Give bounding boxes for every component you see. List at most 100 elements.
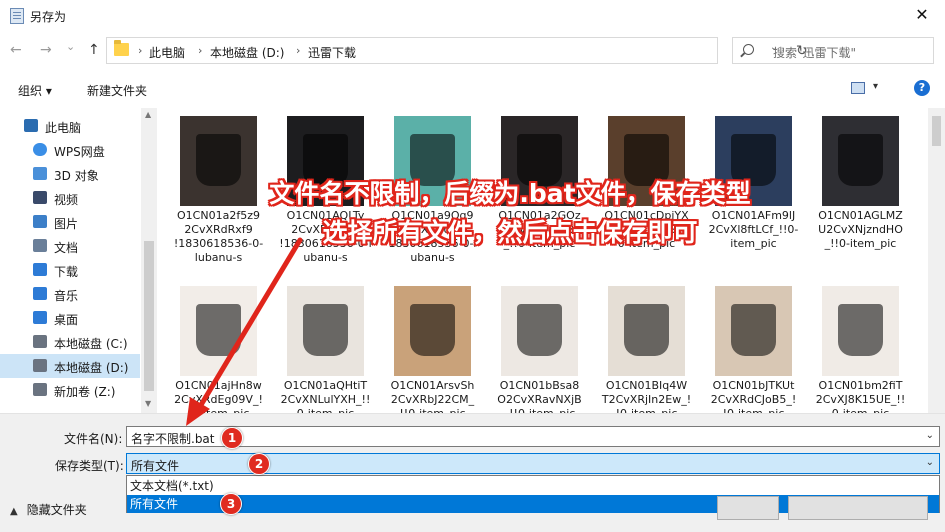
organize-button[interactable]: 组织 ▾ xyxy=(18,82,52,99)
sidebar-item[interactable]: 本地磁盘 (D:) xyxy=(0,354,140,378)
search-input[interactable]: 搜索"迅雷下载" xyxy=(732,37,934,64)
chevron-down-icon[interactable]: ⌄ xyxy=(926,430,934,441)
file-grid-scrollbar[interactable] xyxy=(928,108,945,413)
close-button[interactable]: ✕ xyxy=(899,0,945,32)
file-name: O1CN01bJTKUt 2CvXRdCJoB5_! !0-item_pic xyxy=(710,379,797,413)
drive-icon xyxy=(33,335,47,348)
sidebar-item[interactable]: WPS网盘 xyxy=(0,138,140,162)
up-button[interactable]: ↑ xyxy=(88,42,100,58)
chevron-up-icon: ▲ xyxy=(10,506,18,517)
sidebar-item-label: 音乐 xyxy=(54,289,79,303)
sidebar-item[interactable]: 3D 对象 xyxy=(0,162,140,186)
sidebar-item-label: 3D 对象 xyxy=(54,169,99,183)
step-badge-3: 3 xyxy=(220,493,242,515)
filename-value: 名字不限制.bat xyxy=(131,432,215,446)
file-grid: O1CN01a2f5z9 2CvXRdRxf9 !1830618536-0- l… xyxy=(165,108,926,413)
file-name: O1CN01ajHn8w 2CvXRdEg09V_! !0-item_pic xyxy=(174,379,263,413)
chevron-down-icon[interactable]: ⌄ xyxy=(926,457,934,468)
sidebar-item[interactable]: 此电脑 xyxy=(0,114,140,138)
window-title: 另存为 xyxy=(30,10,67,24)
thumbnail-image xyxy=(501,286,578,376)
sidebar-item-label: 新加卷 (Z:) xyxy=(54,385,116,399)
instruction-line-1: 文件名不限制，后缀为.bat文件，保存类型 xyxy=(269,179,751,208)
sidebar-item[interactable]: 桌面 xyxy=(0,306,140,330)
address-bar[interactable]: › 此电脑 › 本地磁盘 (D:) › 迅雷下载 ⌄ ↻ xyxy=(106,37,808,64)
scroll-up-icon[interactable]: ▲ xyxy=(145,110,151,119)
step-badge-2: 2 xyxy=(248,453,270,475)
toolbar: 组织 ▾ 新建文件夹 xyxy=(0,75,945,103)
search-placeholder: 搜索"迅雷下载" xyxy=(773,46,857,60)
sidebar-item[interactable]: 视频 xyxy=(0,186,140,210)
file-tile[interactable]: O1CN01ajHn8w 2CvXRdEg09V_! !0-item_pic xyxy=(165,278,272,413)
help-button[interactable]: ? xyxy=(914,80,930,96)
instruction-line-2: 选择所有文件，然后点击保存即可 xyxy=(322,218,698,247)
forward-button[interactable]: → xyxy=(40,42,52,58)
file-tile[interactable]: O1CN01BIq4W T2CvXRjIn2Ew_! !0-item_pic xyxy=(593,278,700,413)
filetype-option-txt[interactable]: 文本文档(*.txt) xyxy=(127,477,939,495)
file-name: O1CN01aQHtiT 2CvXNLulYXH_!! 0-item_pic xyxy=(280,379,371,413)
file-name: O1CN01BIq4W T2CvXRjIn2Ew_! !0-item_pic xyxy=(601,379,692,413)
sidebar-item-label: 此电脑 xyxy=(45,121,82,135)
breadcrumb-separator: › xyxy=(138,44,143,57)
sidebar-item[interactable]: 音乐 xyxy=(0,282,140,306)
filetype-label: 保存类型(T): xyxy=(55,459,124,473)
scrollbar-thumb[interactable] xyxy=(932,116,941,146)
sidebar-item[interactable]: 图片 xyxy=(0,210,140,234)
thumbnail-image xyxy=(180,286,257,376)
filename-label: 文件名(N): xyxy=(64,432,123,446)
view-options-icon[interactable] xyxy=(851,82,865,94)
music-icon xyxy=(33,287,47,300)
new-folder-button[interactable]: 新建文件夹 xyxy=(87,82,147,99)
file-tile[interactable]: O1CN01bJTKUt 2CvXRdCJoB5_! !0-item_pic xyxy=(700,278,807,413)
sidebar-item[interactable]: 下载 xyxy=(0,258,140,282)
view-dropdown-icon[interactable]: ▾ xyxy=(873,81,878,92)
search-icon xyxy=(743,44,754,55)
filetype-value: 所有文件 xyxy=(131,459,180,473)
back-button[interactable]: ← xyxy=(10,42,22,58)
sidebar-item[interactable]: 新加卷 (Z:) xyxy=(0,378,140,402)
sidebar-item-label: 文档 xyxy=(54,241,79,255)
sidebar-item-label: 下载 xyxy=(54,265,79,279)
sidebar-item[interactable]: 文档 xyxy=(0,234,140,258)
sidebar-item-label: 本地磁盘 (C:) xyxy=(54,337,128,351)
file-tile[interactable]: O1CN01bm2fiT 2CvXJ8K15UE_!! 0-item_pic xyxy=(807,278,914,413)
breadcrumb-separator: › xyxy=(198,44,203,57)
thumbnail-image xyxy=(608,286,685,376)
scrollbar-thumb[interactable] xyxy=(144,241,154,391)
file-tile[interactable]: O1CN01bBsa8 O2CvXRavNXjB _!!0-item_pic xyxy=(486,278,593,413)
desktop-icon xyxy=(33,311,47,324)
folder-icon xyxy=(114,40,129,56)
cloud-icon xyxy=(33,143,47,156)
thumbnail-image xyxy=(287,286,364,376)
sidebar-item-label: 图片 xyxy=(54,217,79,231)
thumbnail-image xyxy=(715,286,792,376)
breadcrumb-drive-d[interactable]: 本地磁盘 (D:) xyxy=(210,44,284,61)
sidebar-item-label: WPS网盘 xyxy=(54,145,105,159)
breadcrumb-this-pc[interactable]: 此电脑 xyxy=(149,44,185,61)
recent-locations-button[interactable]: ⌄ xyxy=(66,40,75,53)
thumbnail-image xyxy=(394,286,471,376)
scroll-down-icon[interactable]: ▼ xyxy=(145,399,151,408)
document-icon xyxy=(33,239,47,252)
title-bar: 另存为 ✕ xyxy=(0,0,945,32)
breadcrumb-separator: › xyxy=(296,44,301,57)
cancel-button[interactable] xyxy=(788,496,928,520)
sidebar-item-label: 桌面 xyxy=(54,313,79,327)
cube-icon xyxy=(33,167,47,180)
file-tile[interactable]: O1CN01aQHtiT 2CvXNLulYXH_!! 0-item_pic xyxy=(272,278,379,413)
sidebar-item-label: 本地磁盘 (D:) xyxy=(54,361,129,375)
hide-folders-toggle[interactable]: ▲ 隐藏文件夹 xyxy=(10,501,87,518)
drive-icon xyxy=(33,383,47,396)
save-button[interactable] xyxy=(717,496,779,520)
navigation-pane-scrollbar[interactable]: ▲ ▼ xyxy=(141,108,157,413)
sidebar-item[interactable]: 本地磁盘 (C:) xyxy=(0,330,140,354)
navigation-pane: 此电脑 WPS网盘 3D 对象视频图片文档下载音乐桌面本地磁盘 (C:) 本地磁盘 (… xyxy=(0,108,158,413)
file-name: O1CN01bm2fiT 2CvXJ8K15UE_!! 0-item_pic xyxy=(815,379,906,413)
computer-icon xyxy=(24,119,38,132)
filename-input[interactable]: 名字不限制.bat ⌄ xyxy=(126,426,940,447)
thumbnail-image xyxy=(822,286,899,376)
notepad-icon xyxy=(10,8,24,24)
breadcrumb-xunlei-downloads[interactable]: 迅雷下载 xyxy=(308,44,356,61)
file-tile[interactable]: O1CN01ArsvSh 2CvXRbJ22CM_ !!0-item_pic xyxy=(379,278,486,413)
step-badge-1: 1 xyxy=(221,427,243,449)
